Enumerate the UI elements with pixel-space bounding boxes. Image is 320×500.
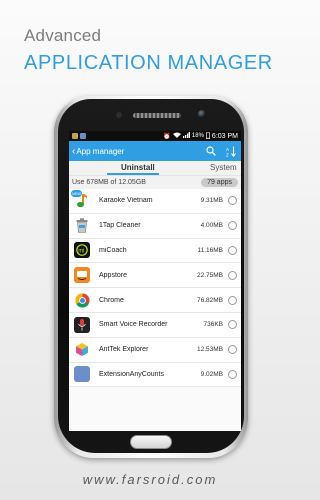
app-name: 1Tap Cleaner	[99, 222, 141, 230]
phone-frame: ⏰ 18% 6:03 PM ‹ App manager A Z Uninstal…	[54, 96, 248, 458]
app-name: Chrome	[99, 296, 124, 304]
earpiece-speaker	[133, 113, 181, 118]
signal-icon	[182, 132, 190, 140]
list-item[interactable]: Chrome 76.82MB	[69, 288, 241, 313]
watermark: www.farsroid.com	[82, 472, 218, 487]
select-radio[interactable]	[228, 245, 237, 255]
select-radio[interactable]	[228, 196, 237, 206]
app-name: miCoach	[99, 246, 127, 254]
headline-title: APPLICATION MANAGER	[24, 52, 273, 74]
proximity-sensor	[116, 112, 122, 118]
headline-subtitle: Advanced	[24, 26, 102, 45]
tab-uninstall[interactable]: Uninstall	[121, 163, 155, 172]
phone-screen: ⏰ 18% 6:03 PM ‹ App manager A Z Uninstal…	[69, 131, 241, 431]
search-button[interactable]	[204, 144, 218, 158]
app-list: NEW Karaoke Vietnam 9.31MB 1Tap Cleaner …	[69, 189, 241, 431]
select-radio[interactable]	[228, 320, 237, 330]
app-size: 11.16MB	[197, 246, 223, 254]
front-camera	[198, 110, 206, 118]
search-icon	[206, 146, 216, 156]
svg-text:mi: mi	[78, 249, 84, 255]
action-bar: ‹ App manager AZ	[69, 141, 241, 161]
sort-button[interactable]: AZ	[224, 144, 238, 158]
select-radio[interactable]	[228, 270, 237, 280]
app-size: 4.00MB	[200, 222, 223, 230]
app-name: Karaoke Vietnam	[99, 197, 153, 205]
page-title: App manager	[76, 146, 125, 156]
headline: Advanced APPLICATION MANAGER	[24, 26, 273, 75]
extension-icon	[74, 366, 90, 383]
select-radio[interactable]	[228, 221, 237, 231]
home-button[interactable]	[130, 435, 172, 449]
app-name: ExtensionAnyCounts	[99, 370, 164, 378]
battery-level: 18%	[191, 133, 204, 139]
tab-indicator	[107, 173, 159, 175]
svg-text:Z: Z	[226, 152, 229, 157]
app-count-badge: 79 apps	[201, 178, 238, 187]
cube-icon	[74, 342, 90, 358]
list-item[interactable]: Smart Voice Recorder 736KB	[69, 312, 241, 338]
list-item[interactable]: 1Tap Cleaner 4.00MB	[69, 213, 241, 239]
tab-system[interactable]: System	[210, 163, 237, 172]
app-size: 736KB	[203, 321, 223, 329]
image-notification-icon	[80, 133, 86, 139]
select-radio[interactable]	[228, 295, 237, 305]
list-item[interactable]: NEW Karaoke Vietnam 9.31MB	[69, 189, 241, 214]
storage-usage-text: Use 678MB of 12.05GB	[72, 179, 146, 186]
select-radio[interactable]	[228, 369, 237, 379]
app-notification-icon	[72, 133, 78, 139]
status-bar: ⏰ 18% 6:03 PM	[69, 131, 241, 141]
chrome-icon	[74, 292, 90, 308]
sort-icon: AZ	[226, 146, 236, 157]
list-item[interactable]: Appstore 22.75MB	[69, 263, 241, 289]
back-arrow-icon[interactable]: ‹	[72, 146, 75, 157]
app-size: 9.31MB	[200, 197, 223, 205]
wifi-icon	[172, 132, 181, 140]
app-size: 22.75MB	[196, 271, 223, 279]
app-size: 76.82MB	[196, 296, 223, 304]
app-size: 9.02MB	[200, 370, 223, 378]
status-time: 6:03 PM	[211, 132, 238, 140]
micoach-icon: mi	[74, 242, 90, 259]
app-name: AntTek Explorer	[99, 346, 149, 354]
appstore-icon	[74, 267, 90, 284]
trash-can-icon	[74, 218, 90, 234]
app-name: Smart Voice Recorder	[99, 321, 168, 329]
app-name: Appstore	[99, 271, 128, 279]
list-item[interactable]: ExtensionAnyCounts 9.02MB	[69, 362, 241, 388]
tab-bar: Uninstall System	[69, 161, 241, 175]
microphone-icon	[74, 316, 90, 333]
phone-body: ⏰ 18% 6:03 PM ‹ App manager A Z Uninstal…	[58, 99, 244, 453]
list-item[interactable]: AntTek Explorer 12.53MB	[69, 337, 241, 363]
storage-usage-bar: Use 678MB of 12.05GB 79 apps	[69, 175, 241, 189]
select-radio[interactable]	[228, 345, 237, 355]
new-badge: NEW	[71, 190, 82, 197]
list-item[interactable]: mi miCoach 11.16MB	[69, 238, 241, 264]
alarm-icon: ⏰	[163, 133, 171, 140]
app-size: 12.53MB	[196, 346, 223, 354]
svg-text:A: A	[226, 147, 229, 152]
battery-icon	[205, 132, 210, 141]
